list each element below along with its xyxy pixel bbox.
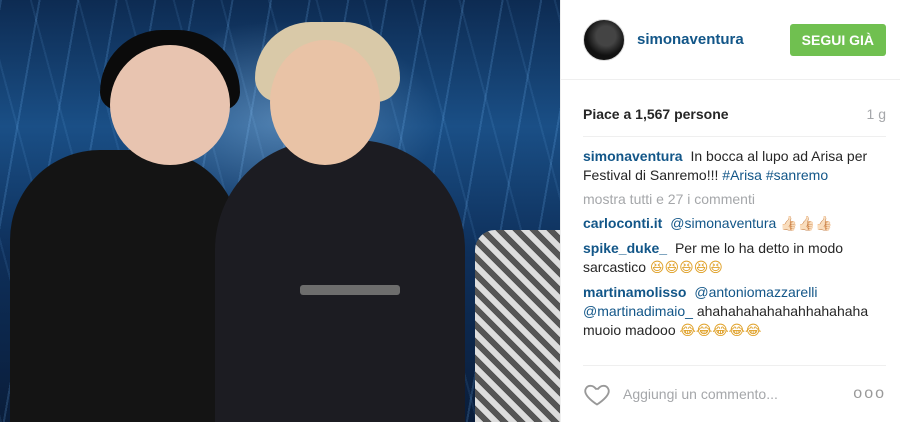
person-right-sleeve [475, 230, 560, 422]
caption-hashtags[interactable]: #Arisa #sanremo [722, 167, 828, 183]
avatar[interactable] [583, 18, 625, 61]
post-age[interactable]: 1 g [867, 106, 886, 122]
post-photo[interactable] [0, 0, 560, 422]
post-header: simonaventura SEGUI GIÀ [561, 0, 900, 80]
list-item: carloconti.it @simonaventura 👍🏻👍🏻👍🏻 [583, 214, 886, 234]
likes-row: Piace a 1,567 persone 1 g [561, 106, 900, 122]
comment-emoji: 😂😂😂😂😂 [679, 323, 762, 339]
caption: simonaventura In bocca al lupo ad Arisa … [583, 147, 886, 185]
likes-count[interactable]: Piace a 1,567 persone [583, 106, 729, 122]
list-item: spike_duke_ Per me lo ha detto in modo s… [583, 239, 886, 278]
belt [300, 285, 400, 295]
person-center-body [215, 140, 465, 422]
comment-username[interactable]: spike_duke_ [583, 240, 667, 256]
comment-input[interactable] [621, 385, 854, 403]
more-options-icon[interactable]: ooo [853, 385, 886, 403]
comment-username[interactable]: martinamolisso [583, 284, 686, 300]
comment-emoji: 😆😆😆😆😆 [649, 260, 723, 276]
person-center-face [270, 40, 380, 165]
comment-mention[interactable]: @simonaventura [670, 215, 776, 231]
show-all-comments-link[interactable]: mostra tutti e 27 i commenti [583, 190, 886, 209]
profile-username[interactable]: simonaventura [637, 31, 790, 48]
heart-icon[interactable] [583, 380, 611, 408]
caption-username[interactable]: simonaventura [583, 148, 683, 164]
person-left-face [110, 45, 230, 165]
comment-username[interactable]: carloconti.it [583, 215, 662, 231]
list-item: martinamolisso @antoniomazzarelli @marti… [583, 283, 886, 341]
instagram-post-view: simonaventura SEGUI GIÀ Piace a 1,567 pe… [0, 0, 900, 422]
comment-bar: ooo [583, 365, 886, 422]
following-button[interactable]: SEGUI GIÀ [789, 23, 886, 56]
person-left-body [10, 150, 240, 422]
comments-list: simonaventura In bocca al lupo ad Arisa … [561, 137, 900, 345]
comment-emoji: 👍🏻👍🏻👍🏻 [780, 216, 833, 232]
post-sidebar: simonaventura SEGUI GIÀ Piace a 1,567 pe… [560, 0, 900, 422]
